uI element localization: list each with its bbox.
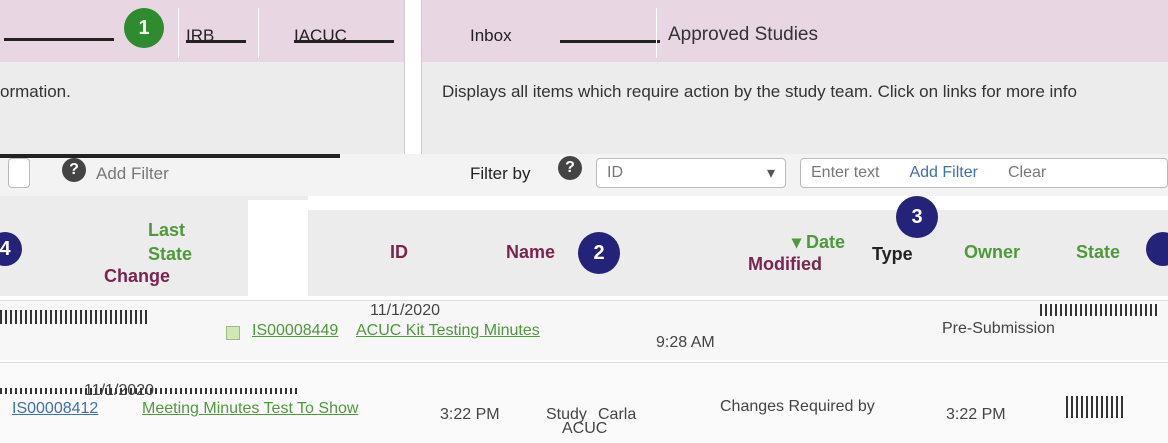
row-time-right: 3:22 PM bbox=[946, 406, 1006, 423]
column-header-modified[interactable]: Modified bbox=[748, 254, 822, 275]
help-icon[interactable]: ? bbox=[558, 156, 582, 180]
info-text-right: Displays all items which require action … bbox=[442, 82, 1077, 101]
column-badge-right bbox=[1146, 232, 1168, 266]
row-id[interactable]: IS00008412 bbox=[12, 400, 98, 418]
nav-decor-bar bbox=[560, 40, 660, 43]
column-header-name[interactable]: Name bbox=[506, 242, 555, 263]
nav-decor-bar bbox=[294, 40, 394, 43]
tab-iacuc[interactable]: IACUC bbox=[294, 26, 347, 46]
row-decor bbox=[1040, 304, 1160, 316]
nav-separator bbox=[178, 8, 179, 58]
header-gap bbox=[308, 196, 1168, 210]
row-date: 11/1/2020 bbox=[84, 382, 154, 399]
tab-inbox[interactable]: Inbox bbox=[470, 26, 512, 46]
tab-irb[interactable]: IRB bbox=[186, 26, 214, 46]
nav-decor-bar bbox=[4, 38, 114, 41]
help-icon[interactable]: ? bbox=[62, 158, 86, 182]
table-row: IS00008449 ACUC Kit Testing Minutes 11/1… bbox=[0, 300, 1168, 360]
column-badge-4: 4 bbox=[0, 232, 22, 266]
row-decor bbox=[1066, 396, 1126, 418]
info-strip: ormation. Displays all items which requi… bbox=[0, 62, 1168, 154]
row-divider bbox=[0, 362, 1168, 363]
nav-separator bbox=[258, 8, 259, 58]
add-filter-link[interactable]: Add Filter bbox=[909, 164, 977, 182]
filter-text-placeholder: Enter text bbox=[811, 164, 880, 181]
row-time: 9:28 AM bbox=[656, 334, 715, 351]
row-date: 11/1/2020 bbox=[370, 302, 440, 319]
chevron-down-icon: ▾ bbox=[766, 165, 775, 182]
row-time: 3:22 PM bbox=[440, 406, 500, 423]
nav-badge-1: 1 bbox=[124, 8, 164, 48]
row-decor bbox=[0, 310, 150, 324]
row-name[interactable]: Meeting Minutes Test To Show bbox=[142, 400, 358, 418]
column-header-owner[interactable]: Owner bbox=[964, 242, 1020, 263]
top-nav: 1 IRB IACUC Inbox Approved Studies bbox=[0, 0, 1168, 62]
row-id[interactable]: IS00008449 bbox=[252, 322, 338, 340]
tab-approved-studies[interactable]: Approved Studies bbox=[668, 24, 818, 46]
row-select-checkbox[interactable] bbox=[226, 326, 240, 340]
row-name[interactable]: ACUC Kit Testing Minutes bbox=[356, 322, 540, 340]
row-committee: ACUC bbox=[562, 420, 608, 437]
column-header-last[interactable]: Last bbox=[148, 220, 185, 241]
row-divider bbox=[0, 300, 1168, 301]
header-gap bbox=[248, 200, 308, 296]
clear-filter-link[interactable]: Clear bbox=[1008, 164, 1046, 182]
column-header-type[interactable]: Type bbox=[872, 244, 913, 265]
column-header-id[interactable]: ID bbox=[390, 242, 408, 263]
filter-toggle-button[interactable] bbox=[8, 158, 30, 188]
column-header-state[interactable]: State bbox=[148, 244, 192, 265]
column-header-change[interactable]: Change bbox=[104, 266, 170, 287]
column-badge-3: 3 bbox=[896, 196, 938, 238]
table-row: 11/1/2020 IS00008412 Meeting Minutes Tes… bbox=[0, 362, 1168, 443]
column-header-date-text: Date bbox=[806, 232, 846, 252]
filter-field-value: ID bbox=[607, 164, 623, 181]
info-text-left: ormation. bbox=[0, 82, 71, 101]
column-header-state-right[interactable]: State bbox=[1076, 242, 1120, 263]
filter-field-select[interactable]: ID ▾ bbox=[596, 158, 786, 188]
panel-divider bbox=[404, 0, 422, 180]
filter-text-input[interactable]: Enter text Add Filter Clear bbox=[800, 158, 1168, 188]
filter-by-label: Filter by bbox=[470, 164, 531, 183]
column-header-date[interactable]: ▾ Date bbox=[792, 232, 845, 253]
filter-bar: ? Add Filter Filter by ? ID ▾ Enter text… bbox=[0, 154, 1168, 196]
row-state: Pre-Submission bbox=[942, 320, 1055, 337]
nav-decor-bar bbox=[186, 40, 246, 43]
row-state: Changes Required by bbox=[720, 398, 875, 415]
table-header: 4 Last State Change ID Name 2 ▾ Date Mod… bbox=[0, 196, 1168, 296]
add-filter-link-left[interactable]: Add Filter bbox=[96, 164, 169, 184]
filter-decor-bar bbox=[0, 154, 340, 158]
nav-separator bbox=[656, 8, 657, 58]
column-badge-2: 2 bbox=[578, 232, 620, 274]
